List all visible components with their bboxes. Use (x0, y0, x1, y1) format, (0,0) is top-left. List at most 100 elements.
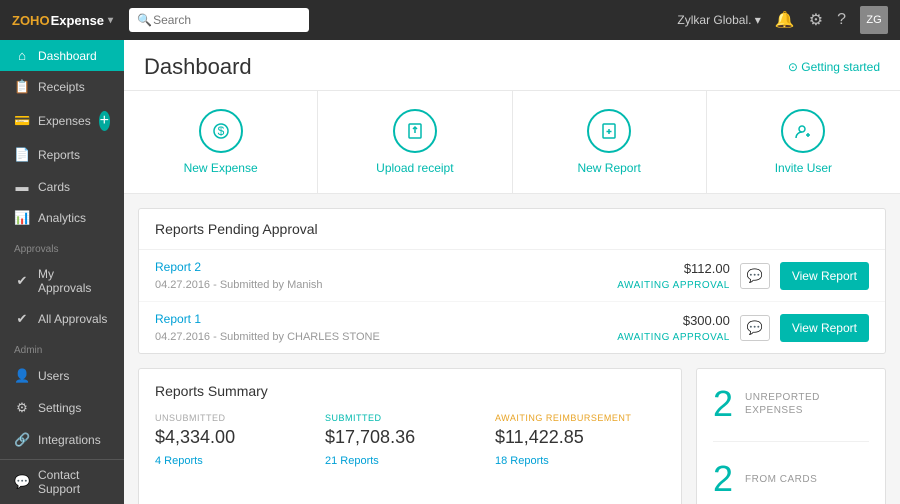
stat-label-0: UNSUBMITTED (155, 413, 309, 423)
summary-right-panel: 2 UNREPORTED EXPENSES 2 FROM CARDS (696, 368, 886, 504)
header-right: Zylkar Global. ▾ 🔔 ⚙ ? ZG (677, 6, 888, 34)
right-num-1: 2 (713, 458, 733, 500)
sidebar-label-reports: Reports (38, 148, 110, 162)
app-logo[interactable]: ZOHO Expense ▾ (12, 13, 113, 28)
analytics-icon: 📊 (14, 210, 30, 226)
avatar[interactable]: ZG (860, 6, 888, 34)
sidebar-bottom: 💬 Contact Support (0, 459, 124, 504)
help-icon[interactable]: ? (837, 11, 846, 29)
expenses-icon: 💳 (14, 113, 30, 129)
chat-icon-0[interactable]: 💬 (740, 263, 770, 289)
sidebar-label-settings: Settings (38, 401, 110, 415)
stat-value-2: $11,422.85 (495, 427, 649, 448)
all-approvals-icon: ✔ (14, 311, 30, 327)
stat-link-1[interactable]: 21 Reports (325, 455, 379, 467)
approval-status-0: AWAITING APPROVAL (617, 280, 730, 291)
invite-user-label: Invite User (775, 161, 832, 175)
chat-icon-1[interactable]: 💬 (740, 315, 770, 341)
approval-meta-1: 04.27.2016 - Submitted by CHARLES STONE (155, 331, 380, 343)
integrations-icon: 🔗 (14, 432, 30, 448)
contact-support-label: Contact Support (38, 468, 110, 496)
approval-info-1: Report 1 04.27.2016 - Submitted by CHARL… (155, 312, 607, 343)
approval-meta-0: 04.27.2016 - Submitted by Manish (155, 279, 323, 291)
summary-stat-0: UNSUBMITTED $4,334.00 4 Reports (155, 413, 325, 467)
reports-summary-panel: Reports Summary UNSUBMITTED $4,334.00 4 … (138, 368, 682, 504)
approval-row-0: Report 2 04.27.2016 - Submitted by Manis… (139, 250, 885, 302)
sidebar-label-expenses: Expenses (38, 114, 91, 128)
logo-zoho: ZOHO (12, 13, 50, 28)
page-title: Dashboard (144, 54, 252, 80)
new-report-label: New Report (577, 161, 640, 175)
main-content: Dashboard Getting started $New Expense Up… (124, 40, 900, 504)
approval-info-0: Report 2 04.27.2016 - Submitted by Manis… (155, 260, 607, 291)
stat-label-1: SUBMITTED (325, 413, 479, 423)
layout: ⌂Dashboard 📋 Receipts 💳 Expenses + 📄 Reports ▬ Ca… (0, 40, 900, 504)
add-expense-button[interactable]: + (99, 111, 110, 131)
upload-receipt-label: Upload receipt (376, 161, 453, 175)
quick-action-invite-user[interactable]: Invite User (707, 91, 900, 193)
getting-started-link[interactable]: Getting started (788, 60, 880, 74)
right-stat-1: 2 FROM CARDS (713, 458, 869, 500)
right-stat-0: 2 UNREPORTED EXPENSES (713, 383, 869, 425)
sidebar-item-all-approvals[interactable]: ✔ All Approvals (0, 303, 124, 335)
new-report-icon (587, 109, 631, 153)
approvals-section-label: Approvals (0, 234, 124, 259)
approval-link-0[interactable]: Report 2 (155, 260, 607, 274)
new-expense-icon: $ (199, 109, 243, 153)
divider-1 (713, 441, 869, 442)
sidebar-item-receipts[interactable]: 📋 Receipts (0, 71, 124, 103)
sidebar-label-cards: Cards (38, 180, 110, 194)
sidebar-item-expenses[interactable]: 💳 Expenses + (0, 103, 124, 139)
view-report-btn-0[interactable]: View Report (780, 262, 869, 290)
summary-stats: UNSUBMITTED $4,334.00 4 Reports SUBMITTE… (155, 413, 665, 467)
sidebar: ⌂Dashboard 📋 Receipts 💳 Expenses + 📄 Reports ▬ Ca… (0, 40, 124, 504)
quick-action-upload-receipt[interactable]: Upload receipt (318, 91, 512, 193)
quick-action-new-expense[interactable]: $New Expense (124, 91, 318, 193)
logo-caret-icon: ▾ (108, 15, 113, 26)
approval-amount-1: $300.00 AWAITING APPROVAL (617, 313, 730, 343)
users-icon: 👤 (14, 368, 30, 384)
approval-link-1[interactable]: Report 1 (155, 312, 607, 326)
sidebar-item-settings[interactable]: ⚙ Settings (0, 392, 124, 424)
content-area: Reports Pending Approval Report 2 04.27.… (124, 194, 900, 504)
sidebar-label-users: Users (38, 369, 110, 383)
reports-icon: 📄 (14, 147, 30, 163)
admin-section-label: Admin (0, 335, 124, 360)
sidebar-label-all-approvals: All Approvals (38, 312, 110, 326)
approval-amount-val-1: $300.00 (617, 313, 730, 328)
view-report-btn-1[interactable]: View Report (780, 314, 869, 342)
sidebar-item-reports[interactable]: 📄 Reports (0, 139, 124, 171)
org-selector[interactable]: Zylkar Global. ▾ (677, 13, 760, 27)
settings-icon: ⚙ (14, 400, 30, 416)
sidebar-item-analytics[interactable]: 📊Analytics (0, 202, 124, 234)
search-icon: 🔍 (137, 13, 152, 27)
stat-link-2[interactable]: 18 Reports (495, 455, 549, 467)
stat-label-2: AWAITING REIMBURSEMENT (495, 413, 649, 423)
right-label-1: FROM CARDS (745, 473, 817, 486)
sidebar-item-cards[interactable]: ▬ Cards (0, 171, 124, 202)
sidebar-label-my-approvals: My Approvals (38, 267, 110, 295)
contact-support-icon: 💬 (14, 474, 30, 490)
quick-action-new-report[interactable]: New Report (513, 91, 707, 193)
search-wrapper: 🔍 (129, 8, 309, 32)
stat-value-1: $17,708.36 (325, 427, 479, 448)
settings-icon[interactable]: ⚙ (809, 10, 823, 30)
right-label-0: UNREPORTED EXPENSES (745, 391, 869, 417)
search-input[interactable] (129, 8, 309, 32)
sidebar-item-users[interactable]: 👤 Users (0, 360, 124, 392)
upload-receipt-icon (393, 109, 437, 153)
receipts-icon: 📋 (14, 79, 30, 95)
invite-user-icon (781, 109, 825, 153)
header: ZOHO Expense ▾ 🔍 Zylkar Global. ▾ 🔔 ⚙ ? … (0, 0, 900, 40)
cards-icon: ▬ (14, 179, 30, 194)
notifications-icon[interactable]: 🔔 (775, 10, 795, 30)
main-header: Dashboard Getting started (124, 40, 900, 91)
sidebar-item-my-approvals[interactable]: ✔My Approvals (0, 259, 124, 303)
summary-stat-2: AWAITING REIMBURSEMENT $11,422.85 18 Rep… (495, 413, 665, 467)
stat-link-0[interactable]: 4 Reports (155, 455, 203, 467)
approval-amount-val-0: $112.00 (617, 261, 730, 276)
sidebar-item-integrations[interactable]: 🔗Integrations (0, 424, 124, 456)
sidebar-item-dashboard[interactable]: ⌂Dashboard (0, 40, 124, 71)
sidebar-item-contact-support[interactable]: 💬 Contact Support (0, 460, 124, 504)
sidebar-label-receipts: Receipts (38, 80, 110, 94)
